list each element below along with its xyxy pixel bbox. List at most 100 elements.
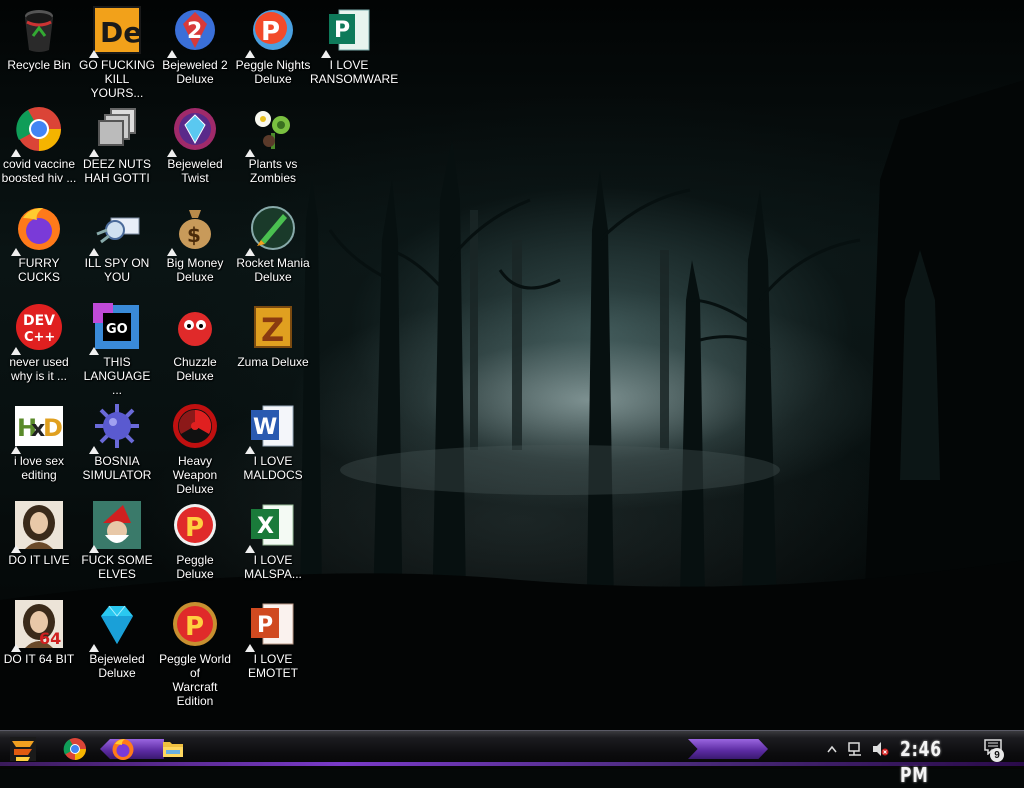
desktop-icon-label: Peggle Deluxe — [176, 553, 214, 581]
desktop-icon-label: GO FUCKING KILL YOURS... — [78, 58, 155, 100]
shortcut-arrow-icon — [11, 644, 21, 652]
desktop-icon-label: FURRY CUCKS — [17, 256, 60, 284]
desktop-icon-label: never used why is it ... — [9, 355, 69, 383]
desktop-icon-label: Peggle Nights Deluxe — [235, 58, 311, 86]
devcpp-icon: DEV C++ — [11, 303, 63, 355]
desktop-icon-recycle-bin[interactable]: Recycle Bin — [0, 6, 78, 98]
volume-button[interactable] — [870, 741, 890, 757]
shortcut-arrow-icon — [167, 50, 177, 58]
svg-text:P: P — [261, 17, 280, 47]
chrome-icon — [11, 105, 63, 157]
desktop-icon-label: Bejeweled Twist — [167, 157, 223, 185]
zuma-icon: Z — [249, 303, 297, 351]
desktop-icon-ransomware[interactable]: P I LOVE RANSOMWARE — [310, 6, 399, 98]
start-button[interactable] — [6, 733, 40, 765]
peggle-nights-icon: P — [245, 6, 297, 58]
desktop-wallpaper: Recycle Bin De GO FUCKING KILL YOURS... … — [0, 0, 1024, 730]
desktop-icon-bejeweled-deluxe[interactable]: Bejeweled Deluxe — [78, 600, 156, 692]
desktop-icon-label: FUCK SOME ELVES — [81, 553, 153, 581]
desktop-icon-chrome[interactable]: covid vaccine boosted hiv ... — [0, 105, 78, 197]
desktop-icon-spy[interactable]: ILL SPY ON YOU — [78, 204, 156, 296]
desktop-icon-label: I LOVE MALDOCS — [243, 454, 303, 482]
desktop-icon-big-money[interactable]: $ Big Money Deluxe — [156, 204, 234, 296]
desktop-icon-label: covid vaccine boosted hiv ... — [1, 157, 77, 185]
chuzzle-icon — [171, 303, 219, 351]
money-bag-icon: $ — [167, 204, 219, 256]
desktop-icon-chuzzle[interactable]: Chuzzle Deluxe — [156, 303, 234, 395]
svg-text:P: P — [185, 612, 204, 642]
desktop-icon-maldocs[interactable]: W I LOVE MALDOCS — [234, 402, 312, 494]
shortcut-arrow-icon — [89, 347, 99, 355]
peggle-wow-icon: P — [171, 600, 219, 648]
desktop-icon-peggle-nights[interactable]: P Peggle Nights Deluxe — [234, 6, 312, 98]
desktop-icon-goland[interactable]: GO THIS LANGUAGE ... — [78, 303, 156, 397]
desktop-icon-label: Bejeweled 2 Deluxe — [162, 58, 228, 86]
desktop-icon-firefox[interactable]: FURRY CUCKS — [0, 204, 78, 296]
shortcut-arrow-icon — [89, 644, 99, 652]
desktop-icon-devcpp[interactable]: DEV C++ never used why is it ... — [0, 303, 78, 395]
taskbar-firefox-button[interactable] — [108, 735, 138, 763]
shortcut-arrow-icon — [245, 545, 255, 553]
diamond-icon — [89, 600, 141, 652]
shortcut-arrow-icon — [89, 248, 99, 256]
desktop-icon-heavy-weapon[interactable]: Heavy Weapon Deluxe — [156, 402, 234, 496]
desktop-icon-deez-nuts[interactable]: DEEZ NUTS HAH GOTTI — [78, 105, 156, 197]
network-status-button[interactable] — [846, 741, 864, 757]
publisher-icon: P — [321, 6, 373, 58]
stacked-windows-icon — [89, 105, 141, 157]
shortcut-arrow-icon — [11, 347, 21, 355]
chevron-up-icon — [827, 745, 837, 753]
desktop-icon-label: Zuma Deluxe — [237, 355, 309, 369]
de-app-icon: De — [89, 6, 141, 58]
firefox-icon — [11, 204, 63, 256]
desktop-icon-label: I LOVE MALSPA... — [244, 553, 302, 581]
shortcut-arrow-icon — [245, 149, 255, 157]
desktop-icon-label: DEEZ NUTS HAH GOTTI — [82, 157, 151, 185]
desktop-icon-emotet[interactable]: P I LOVE EMOTET — [234, 600, 312, 692]
chrome-icon — [63, 738, 86, 760]
desktop-icon-de-app[interactable]: De GO FUCKING KILL YOURS... — [78, 6, 156, 100]
desktop-icon-hxd[interactable]: HxD i love sex editing — [0, 402, 78, 494]
recycle-bin-icon — [15, 6, 63, 54]
desktop-icon-peggle-wow[interactable]: P Peggle World of Warcraft Edition — [156, 600, 234, 708]
svg-text:W: W — [253, 415, 277, 440]
desktop-icon-label: Big Money Deluxe — [166, 256, 224, 284]
show-hidden-icons-button[interactable] — [826, 741, 838, 757]
hxd-icon: HxD — [11, 402, 63, 454]
desktop-icon-label: i love sex editing — [13, 454, 65, 482]
desktop-icon-do-it-live[interactable]: DO IT LIVE — [0, 501, 78, 593]
taskbar-file-explorer-button[interactable] — [158, 735, 188, 763]
desktop-icon-plants-vs-zombies[interactable]: Plants vs Zombies — [234, 105, 312, 197]
desktop-icon-peggle[interactable]: P Peggle Deluxe — [156, 501, 234, 593]
portrait-icon — [11, 501, 63, 553]
svg-text:2: 2 — [187, 19, 202, 44]
speaker-muted-icon — [873, 742, 889, 756]
shortcut-arrow-icon — [89, 50, 99, 58]
taskbar-clock[interactable]: 2:46 PM — [900, 736, 955, 787]
spy-icon — [89, 204, 141, 256]
heavy-weapon-icon — [171, 402, 219, 450]
svg-text:GO: GO — [106, 322, 128, 337]
file-explorer-icon — [163, 742, 183, 757]
svg-text:$: $ — [187, 223, 201, 247]
desktop-icon-label: I LOVE RANSOMWARE — [310, 58, 399, 86]
svg-text:De: De — [100, 16, 141, 49]
desktop-icon-bejeweled-twist[interactable]: Bejeweled Twist — [156, 105, 234, 197]
desktop-icon-bejeweled-2[interactable]: 2 Bejeweled 2 Deluxe — [156, 6, 234, 98]
network-icon — [848, 742, 861, 756]
desktop-icon-zuma[interactable]: Z Zuma Deluxe — [234, 303, 312, 395]
svg-text:C++: C++ — [24, 330, 55, 345]
taskbar-chrome-button[interactable] — [60, 735, 90, 763]
start-logo-icon — [10, 737, 36, 761]
desktop-icon-label: Chuzzle Deluxe — [173, 355, 217, 383]
desktop-icon-do-it-64-bit[interactable]: 64 DO IT 64 BIT — [0, 600, 78, 692]
desktop-icon-malspam[interactable]: X I LOVE MALSPA... — [234, 501, 312, 593]
svg-text:P: P — [257, 613, 273, 638]
shortcut-arrow-icon — [11, 545, 21, 553]
desktop-icon-rocket-mania[interactable]: Rocket Mania Deluxe — [234, 204, 312, 296]
desktop-icon-bosnia-simulator[interactable]: BOSNIA SIMULATOR — [78, 402, 156, 494]
desktop-icon-label: DO IT 64 BIT — [3, 652, 75, 666]
shortcut-arrow-icon — [321, 50, 331, 58]
desktop-icon-elves[interactable]: FUCK SOME ELVES — [78, 501, 156, 593]
shortcut-arrow-icon — [11, 446, 21, 454]
